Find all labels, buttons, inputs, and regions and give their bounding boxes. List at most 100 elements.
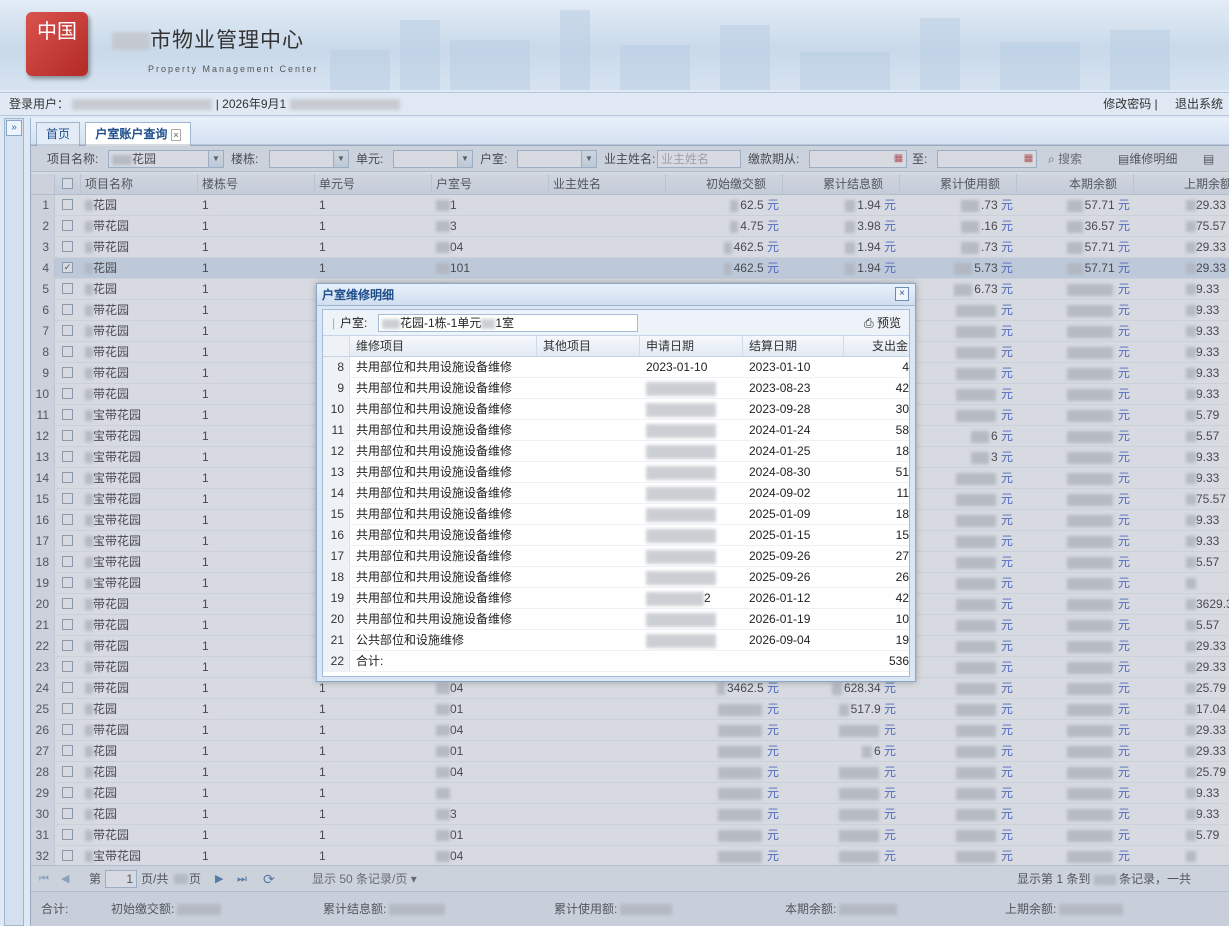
cell-apply-date: 2 (640, 588, 743, 608)
tab-home[interactable]: 首页 (36, 122, 81, 146)
west-panel-collapsed: » (4, 118, 24, 926)
table-row[interactable]: 20 共用部位和共用设施设备维修 2026-01-19 10 (323, 609, 909, 630)
system-title: 市物业管理中心 (112, 24, 319, 54)
table-row[interactable]: 18 共用部位和共用设施设备维修 2025-09-26 26 (323, 567, 909, 588)
cell-repair-item: 共用部位和共用设施设备维修 (356, 549, 513, 563)
cell-repair-item: 共用部位和共用设施设备维修 (356, 465, 513, 479)
seal-logo: 中国 (26, 12, 88, 76)
cell-other-item (537, 462, 640, 482)
cell-settle-date: 2023-09-28 (749, 402, 811, 416)
cell-apply-date (640, 525, 743, 545)
cell-settle-date: 2025-01-15 (749, 528, 811, 542)
login-user-label: 登录用户： (9, 97, 70, 111)
table-row[interactable]: 19 共用部位和共用设施设备维修 2 2026-01-12 42 (323, 588, 909, 609)
cell-repair-item: 共用部位和共用设施设备维修 (356, 591, 513, 605)
cell-amount: 58 (895, 423, 909, 437)
cell-apply-date (640, 567, 743, 587)
cell-amount: 18 (895, 444, 909, 458)
cell-apply-date (640, 546, 743, 566)
cell-settle-date: 2026-01-19 (749, 612, 811, 626)
cell-repair-item: 共用部位和共用设施设备维修 (356, 360, 513, 374)
col-settle-date[interactable]: 结算日期 (743, 336, 844, 356)
cell-other-item (537, 630, 640, 650)
row-number: 13 (323, 462, 350, 482)
cell-settle-date: 2025-09-26 (749, 570, 811, 584)
cell-apply-date (640, 399, 743, 419)
cell-repair-item: 共用部位和共用设施设备维修 (356, 444, 513, 458)
col-other-item[interactable]: 其他项目 (537, 336, 640, 356)
tab-account-query[interactable]: 户室账户查询 × (85, 122, 191, 146)
row-number: 10 (323, 399, 350, 419)
repair-grid-header: 维修项目 其他项目 申请日期 结算日期 支出金 (323, 336, 909, 357)
cell-other-item (537, 609, 640, 629)
cell-repair-item: 共用部位和共用设施设备维修 (356, 402, 513, 416)
system-subtitle: Property Management Center (148, 64, 319, 74)
close-tab-icon[interactable]: × (171, 129, 181, 141)
col-apply-date[interactable]: 申请日期 (640, 336, 743, 356)
cell-other-item (537, 378, 640, 398)
cell-other-item (537, 357, 640, 377)
cell-amount: 18 (895, 507, 909, 521)
cell-settle-date: 2024-01-24 (749, 423, 811, 437)
cell-other-item (537, 399, 640, 419)
room-label: 户室: (340, 316, 368, 330)
cell-other-item (537, 546, 640, 566)
total-row[interactable]: 22 合计: 536 (323, 651, 909, 672)
repair-detail-dialog: 户室维修明细 × | 户室: 花园-1栋-1单元 1室 ⎙ 预览 维修项目 其他项… (316, 283, 916, 682)
cell-amount: 19 (895, 633, 909, 647)
table-row[interactable]: 8 共用部位和共用设施设备维修 2023-01-10 2023-01-10 4 (323, 357, 909, 378)
cell-settle-date: 2026-01-12 (749, 591, 811, 605)
logout-link[interactable]: 退出系统 (1175, 97, 1223, 111)
change-password-link[interactable]: 修改密码 | (1103, 97, 1157, 111)
cell-settle-date: 2023-08-23 (749, 381, 811, 395)
cell-settle-date: 2024-09-02 (749, 486, 811, 500)
cell-settle-date: 2025-01-09 (749, 507, 811, 521)
cell-settle-date: 2025-09-26 (749, 549, 811, 563)
cell-other-item (537, 504, 640, 524)
cell-repair-item: 共用部位和共用设施设备维修 (356, 570, 513, 584)
col-amount[interactable]: 支出金 (844, 336, 909, 356)
cell-apply-date (640, 378, 743, 398)
cell-other-item (537, 483, 640, 503)
cell-repair-item: 公共部位和设施维修 (356, 633, 465, 647)
cell-repair-item: 共用部位和共用设施设备维修 (356, 612, 513, 626)
cell-amount: 4 (902, 360, 909, 374)
expand-panel-icon[interactable]: » (6, 120, 22, 136)
cell-apply-date (640, 441, 743, 461)
row-number: 21 (323, 630, 350, 650)
table-row[interactable]: 15 共用部位和共用设施设备维修 2025-01-09 18 (323, 504, 909, 525)
table-row[interactable]: 13 共用部位和共用设施设备维修 2024-08-30 51 (323, 462, 909, 483)
table-row[interactable]: 21 公共部位和设施维修 2026-09-04 19 (323, 630, 909, 651)
table-row[interactable]: 14 共用部位和共用设施设备维修 2024-09-02 11 (323, 483, 909, 504)
row-number: 18 (323, 567, 350, 587)
cell-other-item (537, 420, 640, 440)
row-number: 8 (323, 357, 350, 377)
table-row[interactable]: 12 共用部位和共用设施设备维修 2024-01-25 18 (323, 441, 909, 462)
repair-grid: 维修项目 其他项目 申请日期 结算日期 支出金 8 共用部位和共用设施设备维修 20… (323, 336, 909, 672)
row-number: 22 (323, 651, 350, 671)
cell-amount: 15 (895, 528, 909, 542)
table-row[interactable]: 11 共用部位和共用设施设备维修 2024-01-24 58 (323, 420, 909, 441)
cell-amount: 536 (888, 654, 909, 668)
cell-repair-item: 合计: (356, 654, 384, 668)
table-row[interactable]: 9 共用部位和共用设施设备维修 2023-08-23 42 (323, 378, 909, 399)
table-row[interactable]: 16 共用部位和共用设施设备维修 2025-01-15 15 (323, 525, 909, 546)
cell-repair-item: 共用部位和共用设施设备维修 (356, 381, 513, 395)
row-number: 16 (323, 525, 350, 545)
cell-apply-date (640, 462, 743, 482)
table-row[interactable]: 17 共用部位和共用设施设备维修 2025-09-26 27 (323, 546, 909, 567)
cell-settle-date: 2023-01-10 (749, 360, 811, 374)
preview-button[interactable]: ⎙ 预览 (864, 314, 901, 332)
cell-apply-date (640, 630, 743, 650)
cell-other-item (537, 525, 640, 545)
cell-apply-date (640, 651, 743, 671)
login-bar: 登录用户： | 2026年9月1 修改密码 | 退出系统 (0, 92, 1229, 116)
cell-settle-date: 2024-08-30 (749, 465, 811, 479)
table-row[interactable]: 10 共用部位和共用设施设备维修 2023-09-28 30 (323, 399, 909, 420)
room-input[interactable]: 花园-1栋-1单元 1室 (378, 314, 638, 332)
cell-other-item (537, 441, 640, 461)
cell-amount: 51 (895, 465, 909, 479)
col-repair-item[interactable]: 维修项目 (350, 336, 537, 356)
close-icon[interactable]: × (895, 287, 909, 301)
cell-other-item (537, 588, 640, 608)
